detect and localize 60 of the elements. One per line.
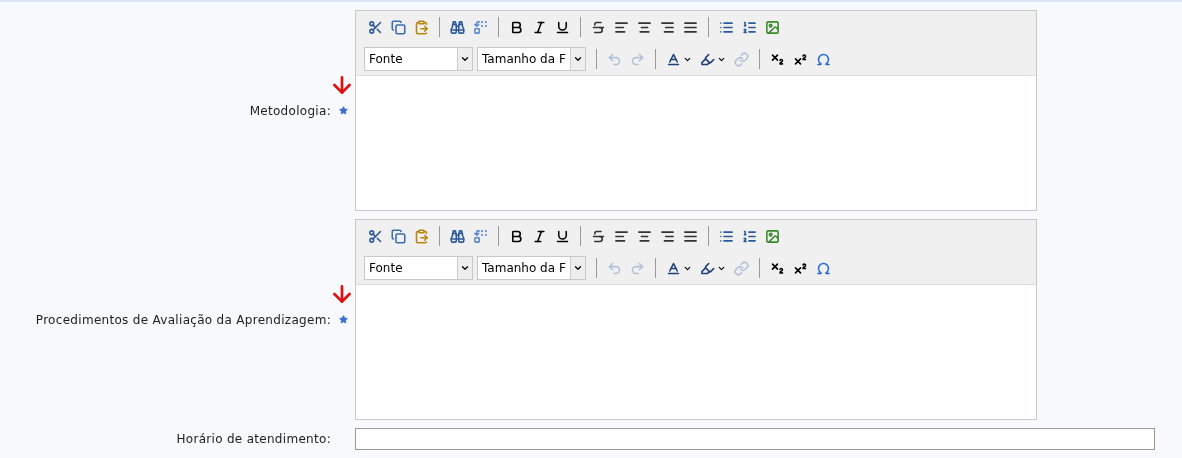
subscript-icon [770,51,785,67]
copy-icon [391,228,406,244]
omega-icon [816,260,831,276]
dropdown[interactable]: Fonte [364,256,473,280]
superscript-icon [793,260,808,276]
bold-icon [509,228,524,244]
text-color-icon [666,260,681,276]
dropdown[interactable]: Tamanho da F [477,47,586,71]
subscript-icon [770,260,785,276]
underline-icon [555,19,570,35]
redo-icon [630,51,645,67]
align-justify-icon [683,228,698,244]
field-label: Procedimentos de Avaliação da Aprendizagem: [35,311,331,329]
caret-icon [460,263,470,273]
align-center-icon [637,228,652,244]
scissors-icon [368,19,383,35]
field-label: Metodologia: [249,102,331,120]
link-icon [734,51,749,67]
dropdown[interactable]: Tamanho da F [477,256,586,280]
superscript-icon [793,51,808,67]
underline-icon [555,228,570,244]
align-left-icon [614,228,629,244]
align-right-icon [660,228,675,244]
italic-icon [532,19,547,35]
omega-icon [816,51,831,67]
bullet-list-icon [719,19,734,35]
italic-icon [532,228,547,244]
input-field[interactable] [355,428,1155,450]
numbered-list-icon [742,19,757,35]
redo-icon [630,260,645,276]
copy-icon [391,19,406,35]
align-center-icon [637,19,652,35]
undo-icon [607,260,622,276]
paste-icon [414,19,429,35]
field-label: Horário de atendimento: [176,431,331,448]
caret-icon [573,54,583,64]
highlighter-icon [700,260,715,276]
bold-icon [509,19,524,35]
numbered-list-icon [742,228,757,244]
caret-icon [573,263,583,273]
align-right-icon [660,19,675,35]
dropdown[interactable]: Fonte [364,47,473,71]
scissors-icon [368,228,383,244]
image-icon [765,19,780,35]
align-left-icon [614,19,629,35]
replace-icon [473,228,488,244]
binoculars-icon [450,228,465,244]
image-icon [765,228,780,244]
align-justify-icon [683,19,698,35]
strikethrough-icon [591,228,606,244]
binoculars-icon [450,19,465,35]
caret-icon [460,54,470,64]
strikethrough-icon [591,19,606,35]
paste-icon [414,228,429,244]
bullet-list-icon [719,228,734,244]
text-color-icon [666,51,681,67]
replace-icon [473,19,488,35]
link-icon [734,260,749,276]
undo-icon [607,51,622,67]
highlighter-icon [700,51,715,67]
